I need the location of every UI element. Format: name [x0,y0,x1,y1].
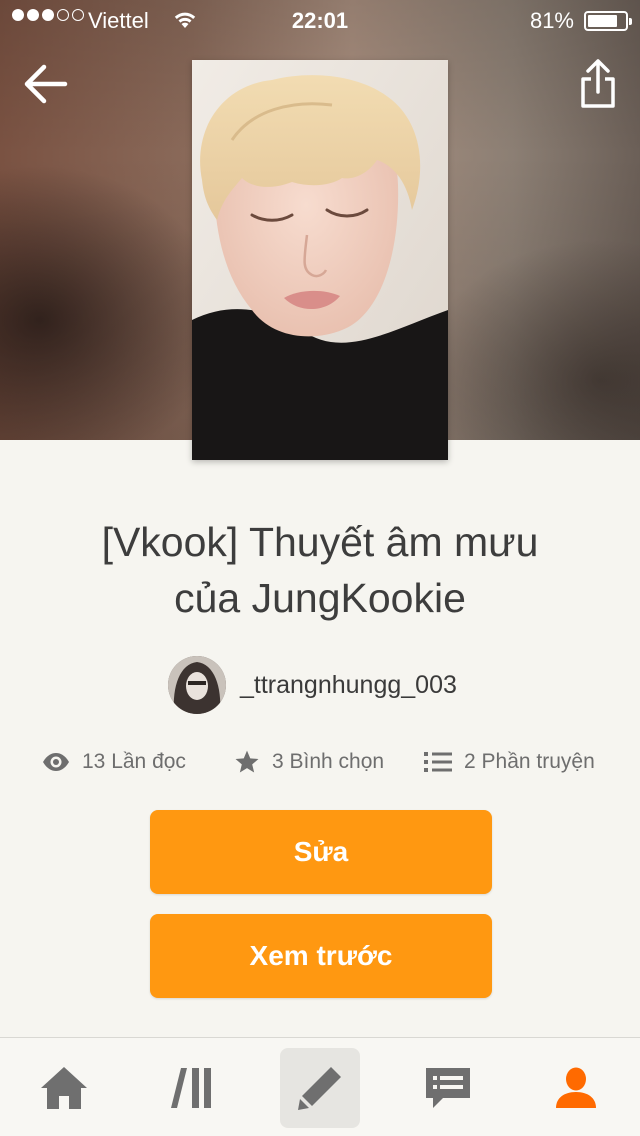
back-button[interactable] [20,58,72,110]
avatar[interactable] [168,656,226,714]
tab-profile[interactable] [536,1048,616,1128]
votes-stat: 3 Bình chọn [234,744,384,780]
chat-icon [426,1068,470,1108]
parts-count: 2 Phần truyện [464,750,595,773]
story-stats: 13 Lần đọc 3 Bình chọn 2 Phần truyện [0,744,640,780]
battery-icon [584,11,632,31]
reads-stat: 13 Lần đọc [42,744,186,780]
tab-write[interactable] [280,1048,360,1128]
story-title-line-2: của JungKookie [174,575,466,621]
bottom-tab-bar [0,1037,640,1136]
edit-button[interactable]: Sửa [150,810,492,894]
home-icon [41,1067,87,1109]
author-name[interactable]: _ttrangnhungg_003 [240,671,457,700]
story-title-line-1: [Vkook] Thuyết âm mưu [101,519,539,565]
story-cover-image[interactable] [192,60,448,460]
votes-count: 3 Bình chọn [272,750,385,773]
story-title: [Vkook] Thuyết âm mưu của JungKookie [40,514,600,626]
tab-home[interactable] [24,1048,104,1128]
share-icon [581,59,615,108]
parts-stat: 2 Phần truyện [424,744,595,780]
list-icon [424,752,452,772]
tab-messages[interactable] [408,1048,488,1128]
star-icon [235,750,259,773]
battery-percent: 81% [529,8,574,33]
author-link[interactable]: _ttrangnhungg_003 [168,656,457,714]
status-bar: Viettel 22:01 81% [0,0,640,40]
preview-button[interactable]: Xem trước [150,914,492,998]
share-button[interactable] [578,56,618,112]
tab-library[interactable] [152,1048,232,1128]
library-icon [171,1068,211,1108]
user-icon [556,1067,596,1108]
reads-count: 13 Lần đọc [82,750,186,773]
eye-icon [43,753,69,771]
arrow-left-icon [24,64,68,104]
pencil-icon [298,1067,341,1110]
